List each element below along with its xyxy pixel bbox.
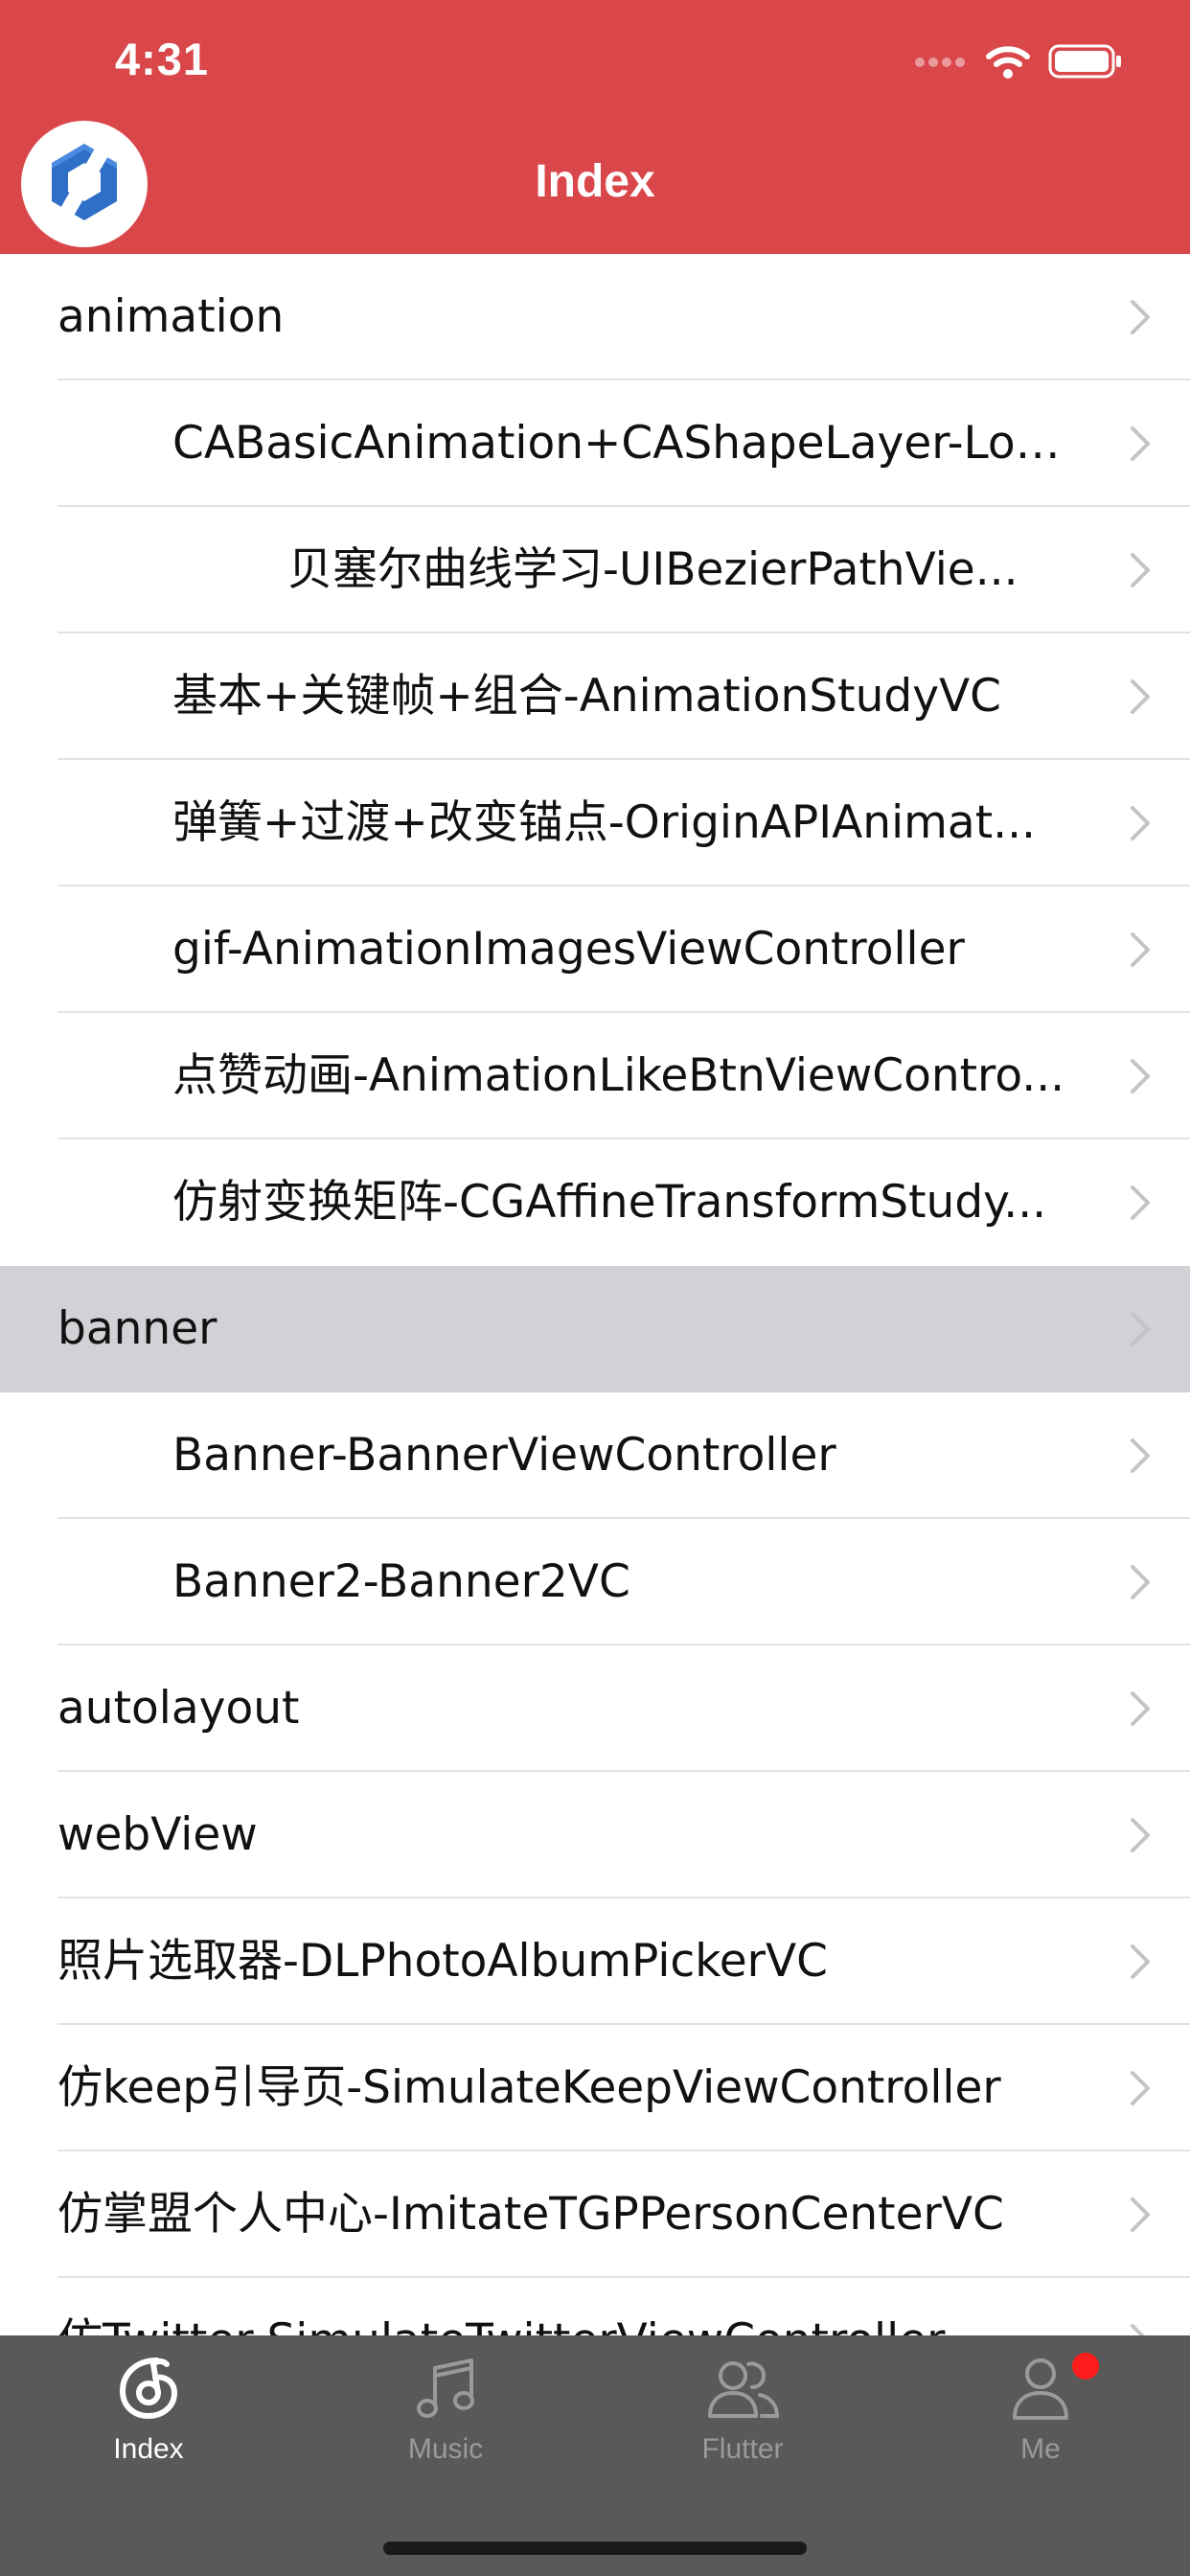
chevron-right-icon [1129,1690,1152,1728]
chevron-right-icon [1129,1437,1152,1475]
chevron-right-icon [1129,2069,1152,2107]
chevron-right-icon [1129,425,1152,463]
status-bar: 4:31 [0,0,1190,126]
signal-icon [914,55,968,73]
person-icon [891,2355,1190,2422]
tab-music[interactable]: Music [297,2335,594,2498]
list-row[interactable]: gif-AnimationImagesViewController [0,886,1190,1013]
list-row[interactable]: autolayout [0,1645,1190,1772]
list-row-label: 照片选取器-DLPhotoAlbumPickerVC [57,1935,828,1988]
tab-flutter[interactable]: Flutter [594,2335,891,2498]
tab-me[interactable]: Me [891,2335,1190,2498]
list-row-label: banner [57,1302,217,1355]
people-icon [594,2355,891,2422]
chevron-right-icon [1129,2322,1152,2335]
list-row-label: CABasicAnimation+CAShapeLayer-Loa... [172,417,1075,470]
list-row[interactable]: animation [0,254,1190,380]
music-note-circle-icon [0,2355,297,2422]
page-title: Index [535,156,655,207]
list-row-label: 仿射变换矩阵-CGAffineTransformStudy... [172,1176,1047,1229]
list-row[interactable]: Banner2-Banner2VC [0,1519,1190,1645]
list-row-label: 仿keep引导页-SimulateKeepViewController [57,2061,1001,2114]
chevron-right-icon [1129,1057,1152,1095]
chevron-right-icon [1129,931,1152,969]
list-row[interactable]: 仿掌盟个人中心-ImitateTGPPersonCenterVC [0,2151,1190,2278]
list-row[interactable]: 基本+关键帧+组合-AnimationStudyVC [0,633,1190,760]
chevron-right-icon [1129,1310,1152,1348]
tab-label: Flutter [701,2433,784,2465]
list-row[interactable]: webView [0,1772,1190,1898]
list-row[interactable]: 点赞动画-AnimationLikeBtnViewContro... [0,1013,1190,1139]
chevron-right-icon [1129,1943,1152,1981]
list-row-label: 仿掌盟个人中心-ImitateTGPPersonCenterVC [57,2188,1004,2241]
tab-bar: Index Music Flutter Me [0,2335,1190,2576]
battery-icon [1048,43,1123,83]
status-icons [914,44,1123,82]
list-row-label: Banner-BannerViewController [172,1429,836,1482]
tab-label: Index [113,2433,184,2465]
chevron-right-icon [1129,298,1152,336]
chevron-right-icon [1129,2196,1152,2234]
status-time: 4:31 [115,34,210,84]
chevron-right-icon [1129,1816,1152,1854]
list-row-label: 贝塞尔曲线学习-UIBezierPathVie... [287,543,1018,596]
list-row[interactable]: Banner-BannerViewController [0,1392,1190,1519]
list-row-label: Banner2-Banner2VC [172,1555,630,1608]
list-row[interactable]: 弹簧+过渡+改变锚点-OriginAPIAnimat... [0,760,1190,886]
navigation-bar: Index [0,121,1190,254]
list-row-label: autolayout [57,1682,300,1735]
music-notes-icon [297,2355,594,2422]
list-row[interactable]: 仿keep引导页-SimulateKeepViewController [0,2025,1190,2151]
list-row[interactable]: CABasicAnimation+CAShapeLayer-Loa... [0,380,1190,507]
chevron-right-icon [1129,804,1152,842]
list-row-label: 弹簧+过渡+改变锚点-OriginAPIAnimat... [172,796,1036,849]
list-row[interactable]: 贝塞尔曲线学习-UIBezierPathVie... [0,507,1190,633]
list-row-label: 仿Twitter-SimulateTwitterViewController [57,2278,1075,2335]
tab-label: Me [1020,2433,1061,2465]
list-row-label: webView [57,1808,258,1861]
notification-badge [1072,2353,1099,2380]
list-row[interactable]: 照片选取器-DLPhotoAlbumPickerVC [0,1898,1190,2025]
tab-label: Music [407,2433,484,2465]
list-row[interactable]: banner [0,1266,1190,1392]
chevron-right-icon [1129,678,1152,716]
chevron-right-icon [1129,551,1152,589]
home-indicator [383,2542,807,2555]
list-row[interactable]: 仿Twitter-SimulateTwitterViewController [0,2278,1190,2335]
list-row-label: 点赞动画-AnimationLikeBtnViewContro... [172,1049,1065,1102]
tab-index[interactable]: Index [0,2335,297,2498]
list-row-label: gif-AnimationImagesViewController [172,923,965,976]
index-list[interactable]: animation CABasicAnimation+CAShapeLayer-L… [0,254,1190,2335]
chevron-right-icon [1129,1184,1152,1222]
list-row-label: animation [57,290,285,343]
chevron-right-icon [1129,1563,1152,1601]
list-row-label: 基本+关键帧+组合-AnimationStudyVC [172,670,1002,723]
list-row[interactable]: 仿射变换矩阵-CGAffineTransformStudy... [0,1139,1190,1266]
wifi-icon [985,43,1031,83]
